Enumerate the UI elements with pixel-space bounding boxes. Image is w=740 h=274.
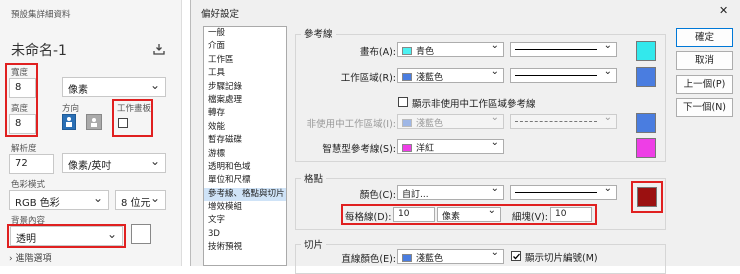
category-item[interactable]: 單位和尺標 [204,174,286,187]
slice-line-color-value: 淺藍色 [416,254,444,264]
blue-color-chip [402,254,412,262]
subdivisions-label: 細塊(V): [511,212,548,223]
artboard-guide-label: 工作區域(R): [340,73,396,84]
category-item[interactable]: 檔案處理 [204,94,286,107]
inactive-guide-label: 非使用中工作區域(I): [306,119,396,130]
smart-guide-label: 智慧型參考線(S): [322,144,396,155]
dialog-title: 偏好設定 [201,9,240,20]
previous-button[interactable]: 上一個(P) [676,75,733,94]
width-label: 寬度 [11,68,29,78]
dashed-line-sample [515,121,597,122]
height-label: 高度 [11,104,29,114]
orientation-label: 方向 [62,104,80,114]
close-icon[interactable]: ✕ [719,4,728,17]
artboard-guide-color-value: 淺藍色 [416,73,444,83]
canvas-guide-swatch[interactable] [636,41,656,61]
inactive-guide-style-select[interactable] [510,114,617,129]
inactive-guide-color-value: 淺藍色 [416,119,444,129]
cyan-color-chip [402,47,412,55]
canvas-guide-color-value: 青色 [416,47,435,57]
category-item[interactable]: 增效模組 [204,201,286,214]
category-item[interactable]: 游標 [204,148,286,161]
smart-guide-swatch[interactable] [636,138,656,158]
guides-group-label: 參考線 [301,26,336,40]
category-item[interactable]: 參考線、格點與切片 [204,187,286,202]
artboard-guide-swatch[interactable] [636,67,656,87]
grid-color-swatch[interactable] [637,187,657,207]
cancel-button[interactable]: 取消 [676,51,733,70]
grid-color-label: 顏色(C): [359,190,396,201]
show-slice-numbers-checkbox[interactable] [511,251,521,261]
canvas-guide-label: 畫布(A): [359,47,396,58]
gridline-every-input[interactable]: 10 [393,207,435,222]
background-color-swatch[interactable] [131,224,151,244]
gridline-unit-select[interactable]: 像素 [437,207,501,222]
artboard-guide-style-select[interactable] [510,68,617,83]
next-button[interactable]: 下一個(N) [676,98,733,117]
category-item[interactable]: 透明和色域 [204,161,286,174]
category-item[interactable]: 轉存 [204,107,286,120]
color-mode-label: 色彩模式 [11,180,46,190]
portrait-orientation-icon[interactable] [62,114,76,130]
smart-guide-color-value: 洋紅 [416,144,435,154]
advanced-options-label: 進階選項 [15,254,52,264]
slices-group-label: 切片 [301,237,327,251]
artboard-checkbox[interactable] [118,118,128,128]
preset-details-label: 預設集詳細資料 [11,10,71,20]
subdivisions-input[interactable]: 10 [550,207,592,222]
artboard-guide-color-select[interactable]: 淺藍色 [397,68,504,83]
width-input[interactable]: 8 [9,78,36,98]
blue-color-chip [402,119,412,127]
canvas-guide-style-select[interactable] [510,42,617,57]
ok-button[interactable]: 確定 [676,28,733,47]
solid-line-sample [515,192,597,193]
slice-line-color-select[interactable]: 淺藍色 [397,249,504,264]
category-item[interactable]: 步驟記錄 [204,81,286,94]
blue-color-chip [402,73,412,81]
magenta-color-chip [402,144,412,152]
save-preset-icon[interactable] [153,43,165,55]
unit-select[interactable]: 像素 [62,77,166,97]
background-select[interactable]: 透明 [10,226,123,246]
solid-line-sample [515,75,597,76]
grid-style-select[interactable] [510,185,617,200]
category-item[interactable]: 工具 [204,67,286,80]
grid-color-select[interactable]: 自訂... [397,185,504,200]
chevron-right-icon: › [9,254,13,264]
category-item[interactable]: 一般 [204,27,286,40]
show-slice-numbers-label: 顯示切片編號(M) [525,253,598,264]
inactive-guide-swatch[interactable] [636,113,656,133]
category-list: 一般 介面 工作區 工具 步驟記錄 檔案處理 轉存 效能 暫存磁碟 游標 透明和色域 單位和尺標 參考線… [203,26,287,266]
slice-line-color-label: 直線顏色(E): [341,254,396,265]
artboard-label: 工作畫板 [117,104,152,114]
resolution-input[interactable]: 72 [9,154,54,174]
category-item[interactable]: 效能 [204,121,286,134]
height-input[interactable]: 8 [9,114,36,134]
preferences-dialog: 偏好設定 ✕ 一般 介面 工作區 工具 步驟記錄 檔案處理 轉存 效能 暫存磁碟 游標 透明和色域單… [190,0,740,274]
smart-guide-color-select[interactable]: 洋紅 [397,139,504,154]
show-inactive-guides-label: 顯示非使用中工作區域參考線 [412,99,536,110]
document-name[interactable]: 未命名-1 [11,40,67,60]
canvas-guide-color-select[interactable]: 青色 [397,42,504,57]
landscape-orientation-icon[interactable] [86,114,102,130]
category-item[interactable]: 介面 [204,40,286,53]
gridline-every-label: 每格線(D): [345,212,392,223]
new-document-panel: 預設集詳細資料 未命名-1 寬度 8 像素 高度 8 方向 工作畫板 解析度 7… [0,0,182,266]
resolution-label: 解析度 [11,144,37,154]
bit-depth-select[interactable]: 8 位元 [115,190,166,210]
category-item[interactable]: 文字 [204,214,286,227]
solid-line-sample [515,49,597,50]
show-inactive-guides-checkbox[interactable] [398,97,408,107]
category-item[interactable]: 暫存磁碟 [204,134,286,147]
color-mode-select[interactable]: RGB 色彩 [9,190,109,210]
advanced-options-toggle[interactable]: › 進階選項 [9,251,52,264]
category-item[interactable]: 3D [204,228,286,241]
category-item[interactable]: 技術預視 [204,241,286,254]
grid-group-label: 格點 [301,171,327,185]
category-item[interactable]: 工作區 [204,54,286,67]
inactive-guide-color-select[interactable]: 淺藍色 [397,114,504,129]
resolution-unit-select[interactable]: 像素/英吋 [62,153,166,173]
